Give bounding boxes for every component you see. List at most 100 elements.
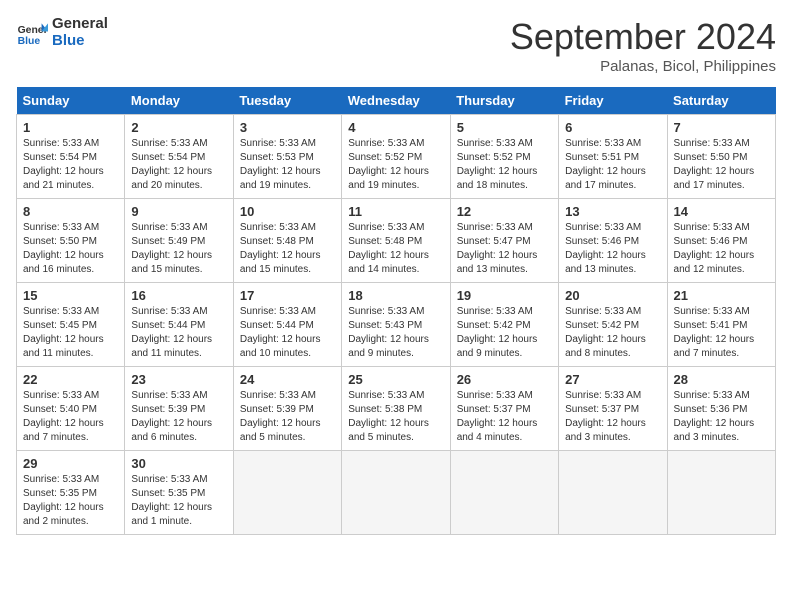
table-row: 7 Sunrise: 5:33 AMSunset: 5:50 PMDayligh… (667, 115, 775, 199)
day-number: 18 (348, 288, 443, 303)
day-number: 8 (23, 204, 118, 219)
day-number: 1 (23, 120, 118, 135)
day-number: 19 (457, 288, 552, 303)
logo-icon: General Blue (16, 17, 48, 49)
table-row: 23 Sunrise: 5:33 AMSunset: 5:39 PMDaylig… (125, 367, 233, 451)
day-info: Sunrise: 5:33 AMSunset: 5:51 PMDaylight:… (565, 137, 660, 193)
header-saturday: Saturday (667, 87, 775, 115)
day-info: Sunrise: 5:33 AMSunset: 5:41 PMDaylight:… (674, 305, 769, 361)
table-row: 29 Sunrise: 5:33 AMSunset: 5:35 PMDaylig… (17, 451, 125, 535)
svg-text:Blue: Blue (18, 36, 41, 47)
table-row: 18 Sunrise: 5:33 AMSunset: 5:43 PMDaylig… (342, 283, 450, 367)
header-thursday: Thursday (450, 87, 558, 115)
day-info: Sunrise: 5:33 AMSunset: 5:36 PMDaylight:… (674, 389, 769, 445)
day-number: 23 (131, 372, 226, 387)
day-info: Sunrise: 5:33 AMSunset: 5:37 PMDaylight:… (457, 389, 552, 445)
table-row: 24 Sunrise: 5:33 AMSunset: 5:39 PMDaylig… (233, 367, 341, 451)
empty-cell (667, 451, 775, 535)
table-row: 14 Sunrise: 5:33 AMSunset: 5:46 PMDaylig… (667, 199, 775, 283)
location-subtitle: Palanas, Bicol, Philippines (510, 58, 776, 75)
header-tuesday: Tuesday (233, 87, 341, 115)
table-row: 8 Sunrise: 5:33 AMSunset: 5:50 PMDayligh… (17, 199, 125, 283)
table-row: 17 Sunrise: 5:33 AMSunset: 5:44 PMDaylig… (233, 283, 341, 367)
title-block: September 2024 Palanas, Bicol, Philippin… (510, 16, 776, 75)
day-number: 14 (674, 204, 769, 219)
logo-line1: General (52, 16, 108, 33)
empty-cell (450, 451, 558, 535)
table-row: 22 Sunrise: 5:33 AMSunset: 5:40 PMDaylig… (17, 367, 125, 451)
day-number: 2 (131, 120, 226, 135)
table-row: 6 Sunrise: 5:33 AMSunset: 5:51 PMDayligh… (559, 115, 667, 199)
day-number: 4 (348, 120, 443, 135)
calendar-header-row: Sunday Monday Tuesday Wednesday Thursday… (17, 87, 776, 115)
day-number: 28 (674, 372, 769, 387)
day-number: 3 (240, 120, 335, 135)
table-row: 13 Sunrise: 5:33 AMSunset: 5:46 PMDaylig… (559, 199, 667, 283)
header-friday: Friday (559, 87, 667, 115)
day-info: Sunrise: 5:33 AMSunset: 5:50 PMDaylight:… (674, 137, 769, 193)
day-info: Sunrise: 5:33 AMSunset: 5:52 PMDaylight:… (348, 137, 443, 193)
day-info: Sunrise: 5:33 AMSunset: 5:53 PMDaylight:… (240, 137, 335, 193)
table-row: 5 Sunrise: 5:33 AMSunset: 5:52 PMDayligh… (450, 115, 558, 199)
empty-cell (342, 451, 450, 535)
table-row: 9 Sunrise: 5:33 AMSunset: 5:49 PMDayligh… (125, 199, 233, 283)
table-row: 3 Sunrise: 5:33 AMSunset: 5:53 PMDayligh… (233, 115, 341, 199)
day-info: Sunrise: 5:33 AMSunset: 5:39 PMDaylight:… (240, 389, 335, 445)
day-number: 12 (457, 204, 552, 219)
day-number: 25 (348, 372, 443, 387)
month-title: September 2024 (510, 16, 776, 58)
table-row: 20 Sunrise: 5:33 AMSunset: 5:42 PMDaylig… (559, 283, 667, 367)
header-sunday: Sunday (17, 87, 125, 115)
day-info: Sunrise: 5:33 AMSunset: 5:38 PMDaylight:… (348, 389, 443, 445)
day-info: Sunrise: 5:33 AMSunset: 5:46 PMDaylight:… (674, 221, 769, 277)
table-row: 12 Sunrise: 5:33 AMSunset: 5:47 PMDaylig… (450, 199, 558, 283)
table-row: 26 Sunrise: 5:33 AMSunset: 5:37 PMDaylig… (450, 367, 558, 451)
day-number: 21 (674, 288, 769, 303)
table-row: 16 Sunrise: 5:33 AMSunset: 5:44 PMDaylig… (125, 283, 233, 367)
logo-line2: Blue (52, 33, 108, 50)
day-info: Sunrise: 5:33 AMSunset: 5:42 PMDaylight:… (457, 305, 552, 361)
empty-cell (233, 451, 341, 535)
day-info: Sunrise: 5:33 AMSunset: 5:50 PMDaylight:… (23, 221, 118, 277)
day-info: Sunrise: 5:33 AMSunset: 5:37 PMDaylight:… (565, 389, 660, 445)
day-info: Sunrise: 5:33 AMSunset: 5:43 PMDaylight:… (348, 305, 443, 361)
day-number: 20 (565, 288, 660, 303)
day-info: Sunrise: 5:33 AMSunset: 5:49 PMDaylight:… (131, 221, 226, 277)
day-info: Sunrise: 5:33 AMSunset: 5:40 PMDaylight:… (23, 389, 118, 445)
table-row: 15 Sunrise: 5:33 AMSunset: 5:45 PMDaylig… (17, 283, 125, 367)
day-number: 24 (240, 372, 335, 387)
table-row: 25 Sunrise: 5:33 AMSunset: 5:38 PMDaylig… (342, 367, 450, 451)
day-info: Sunrise: 5:33 AMSunset: 5:46 PMDaylight:… (565, 221, 660, 277)
header-wednesday: Wednesday (342, 87, 450, 115)
day-number: 29 (23, 456, 118, 471)
day-info: Sunrise: 5:33 AMSunset: 5:54 PMDaylight:… (131, 137, 226, 193)
day-info: Sunrise: 5:33 AMSunset: 5:39 PMDaylight:… (131, 389, 226, 445)
day-info: Sunrise: 5:33 AMSunset: 5:35 PMDaylight:… (23, 473, 118, 529)
page-header: General Blue General Blue September 2024… (16, 16, 776, 75)
day-info: Sunrise: 5:33 AMSunset: 5:42 PMDaylight:… (565, 305, 660, 361)
day-info: Sunrise: 5:33 AMSunset: 5:45 PMDaylight:… (23, 305, 118, 361)
day-info: Sunrise: 5:33 AMSunset: 5:44 PMDaylight:… (131, 305, 226, 361)
table-row: 11 Sunrise: 5:33 AMSunset: 5:48 PMDaylig… (342, 199, 450, 283)
calendar-table: Sunday Monday Tuesday Wednesday Thursday… (16, 87, 776, 535)
day-number: 6 (565, 120, 660, 135)
table-row: 1 Sunrise: 5:33 AMSunset: 5:54 PMDayligh… (17, 115, 125, 199)
header-monday: Monday (125, 87, 233, 115)
day-number: 13 (565, 204, 660, 219)
table-row: 21 Sunrise: 5:33 AMSunset: 5:41 PMDaylig… (667, 283, 775, 367)
day-number: 5 (457, 120, 552, 135)
table-row: 2 Sunrise: 5:33 AMSunset: 5:54 PMDayligh… (125, 115, 233, 199)
day-number: 26 (457, 372, 552, 387)
day-number: 11 (348, 204, 443, 219)
table-row: 19 Sunrise: 5:33 AMSunset: 5:42 PMDaylig… (450, 283, 558, 367)
day-info: Sunrise: 5:33 AMSunset: 5:48 PMDaylight:… (240, 221, 335, 277)
day-number: 10 (240, 204, 335, 219)
logo: General Blue General Blue (16, 16, 108, 49)
day-number: 27 (565, 372, 660, 387)
day-info: Sunrise: 5:33 AMSunset: 5:47 PMDaylight:… (457, 221, 552, 277)
day-info: Sunrise: 5:33 AMSunset: 5:44 PMDaylight:… (240, 305, 335, 361)
table-row: 27 Sunrise: 5:33 AMSunset: 5:37 PMDaylig… (559, 367, 667, 451)
day-info: Sunrise: 5:33 AMSunset: 5:48 PMDaylight:… (348, 221, 443, 277)
day-info: Sunrise: 5:33 AMSunset: 5:52 PMDaylight:… (457, 137, 552, 193)
table-row: 4 Sunrise: 5:33 AMSunset: 5:52 PMDayligh… (342, 115, 450, 199)
